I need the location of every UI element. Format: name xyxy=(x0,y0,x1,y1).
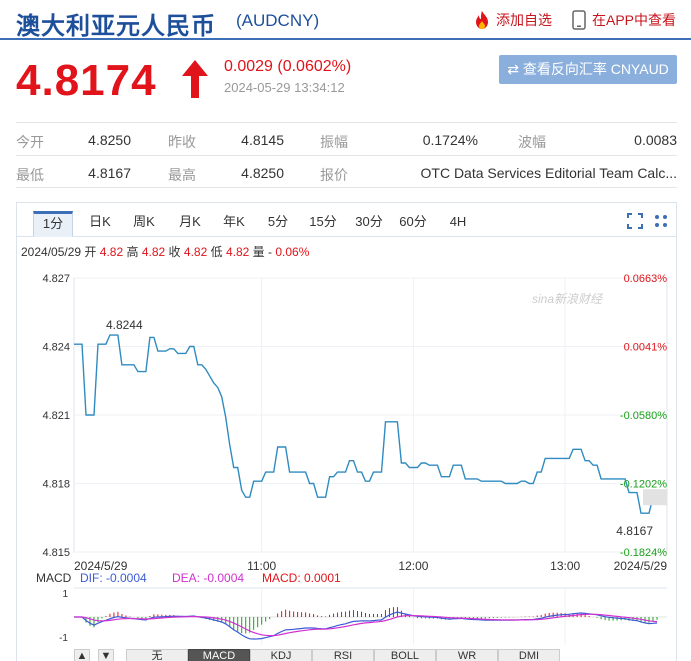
tab-none[interactable]: 无 xyxy=(126,649,188,661)
tab-macd[interactable]: MACD xyxy=(188,649,250,661)
last-price-marker xyxy=(643,489,667,506)
macd-dif: DIF: -0.0004 xyxy=(80,571,147,585)
max-price-annotation: 4.8244 xyxy=(106,318,143,332)
tab-wr[interactable]: WR xyxy=(436,649,498,661)
price-series-line xyxy=(74,334,657,514)
macd-axis-top: 1 xyxy=(62,589,68,600)
tab-kdj[interactable]: KDJ xyxy=(250,649,312,661)
price-chart[interactable]: sina新浪财经 4.827 4.824 4.821 4.818 4.815 0.066… xyxy=(0,0,691,661)
right-tick-label: 0.0041% xyxy=(624,342,668,354)
right-tick-label: -0.1824% xyxy=(620,547,667,559)
y-axis: 4.827 4.824 4.821 4.818 4.815 xyxy=(42,273,70,559)
right-axis: 0.0663%0.0041%-0.0580%-0.1202%-0.1824% xyxy=(620,273,667,559)
min-price-annotation: 4.8167 xyxy=(616,524,653,538)
indicator-tab-bar: ▲ ▼ 无 MACD KDJ RSI BOLL WR DMI xyxy=(0,649,691,661)
macd-label: MACD xyxy=(36,571,72,585)
macd-dea: DEA: -0.0004 xyxy=(172,571,244,585)
chart-annotations: 4.8244 4.8167 xyxy=(106,318,667,538)
right-tick-label: -0.0580% xyxy=(620,410,667,422)
right-tick-label: 0.0663% xyxy=(624,273,668,285)
y-tick-label: 4.821 xyxy=(42,410,70,422)
x-tick-label: 13:00 xyxy=(550,559,580,573)
macd-axis-bottom: -1 xyxy=(59,633,68,644)
x-tick-label: 2024/5/29 xyxy=(614,559,668,573)
y-tick-label: 4.827 xyxy=(42,273,70,285)
scroll-up-button[interactable]: ▲ xyxy=(74,649,90,661)
y-tick-label: 4.824 xyxy=(42,342,70,354)
x-tick-label: 12:00 xyxy=(398,559,428,573)
macd-histogram xyxy=(85,607,658,634)
tab-boll[interactable]: BOLL xyxy=(374,649,436,661)
watermark: sina新浪财经 xyxy=(532,292,604,306)
macd-value: MACD: 0.0001 xyxy=(262,571,341,585)
scroll-down-button[interactable]: ▼ xyxy=(98,649,114,661)
x-axis: 2024/5/29 11:00 12:00 13:00 2024/5/29 xyxy=(74,559,667,573)
tab-rsi[interactable]: RSI xyxy=(312,649,374,661)
y-tick-label: 4.818 xyxy=(42,479,70,491)
tab-dmi[interactable]: DMI xyxy=(498,649,560,661)
chart-grid xyxy=(73,277,668,645)
y-tick-label: 4.815 xyxy=(42,547,70,559)
